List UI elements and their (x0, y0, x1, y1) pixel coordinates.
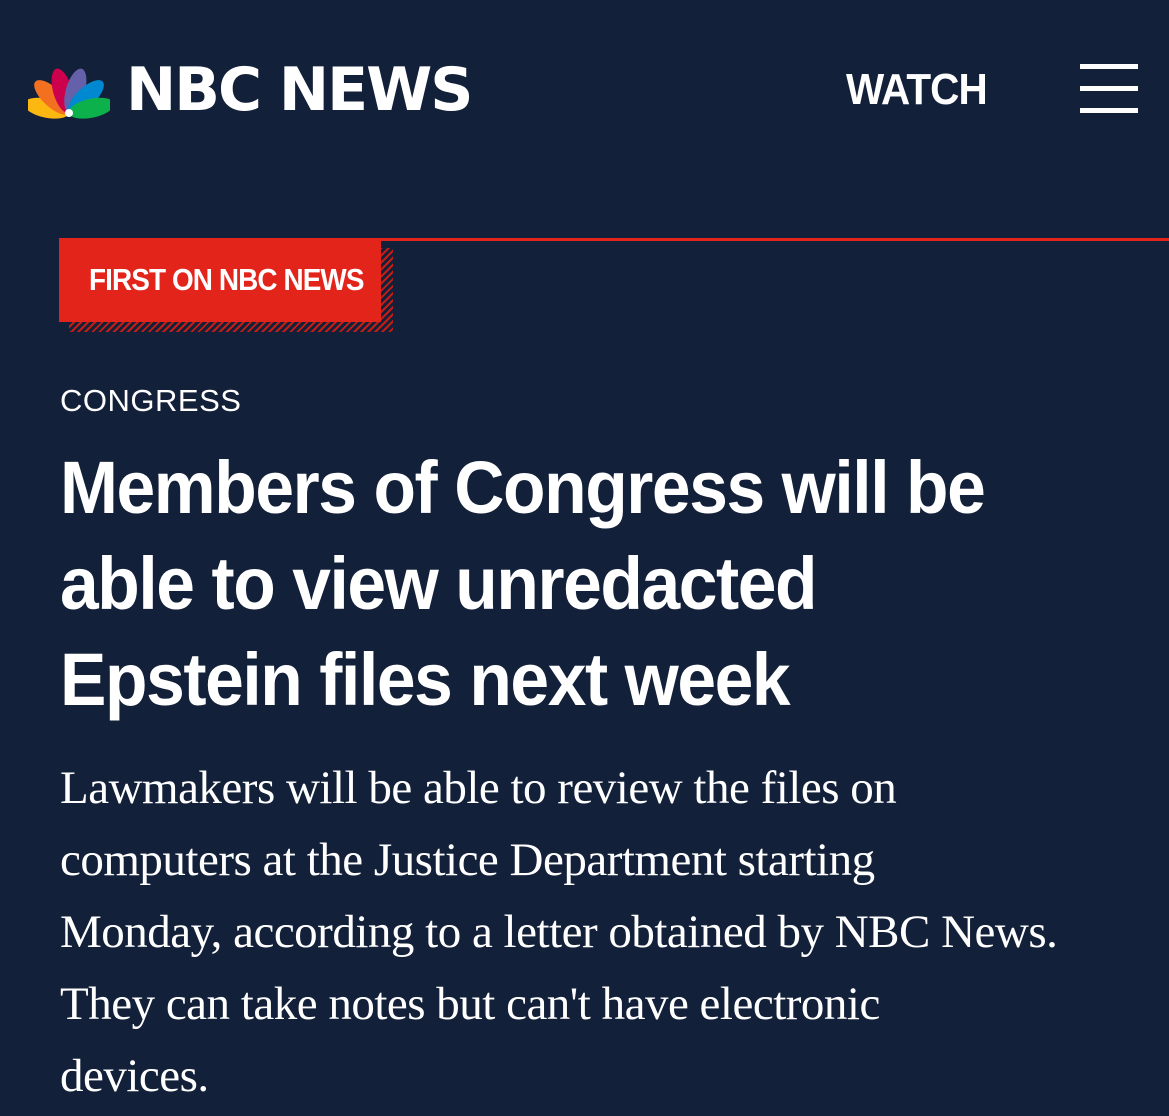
section-label-congress[interactable]: CONGRESS (60, 382, 241, 420)
badge-box: FIRST ON NBC NEWS (59, 238, 381, 322)
article-dek: Lawmakers will be able to review the fil… (60, 752, 1140, 1112)
dek-line: They can take notes but can't have elect… (60, 978, 880, 1030)
headline-line: Members of Congress will be (60, 446, 986, 529)
brand-wordmark: NBC NEWS (126, 55, 473, 125)
dek-line: computers at the Justice Department star… (60, 834, 875, 886)
site-header: NBC NEWS WATCH (0, 0, 1169, 180)
dek-line: Monday, according to a letter obtained b… (60, 906, 1058, 958)
hamburger-menu-icon[interactable] (1080, 62, 1140, 114)
nbc-news-logo[interactable]: NBC NEWS (28, 55, 473, 125)
headline-line: able to view unredacted (60, 542, 818, 625)
watch-link[interactable]: WATCH (846, 66, 988, 114)
badge-label: FIRST ON NBC NEWS (89, 262, 364, 297)
menu-bar (1080, 108, 1138, 113)
menu-bar (1080, 64, 1138, 69)
dek-line: Lawmakers will be able to review the fil… (60, 762, 897, 814)
headline-line: Epstein files next week (60, 638, 791, 721)
nbc-peacock-icon (28, 68, 110, 119)
first-on-nbc-badge: FIRST ON NBC NEWS (59, 238, 395, 334)
article-headline: Members of Congress will be able to view… (60, 440, 1120, 728)
menu-bar (1080, 86, 1138, 91)
dek-line: devices. (60, 1050, 209, 1102)
